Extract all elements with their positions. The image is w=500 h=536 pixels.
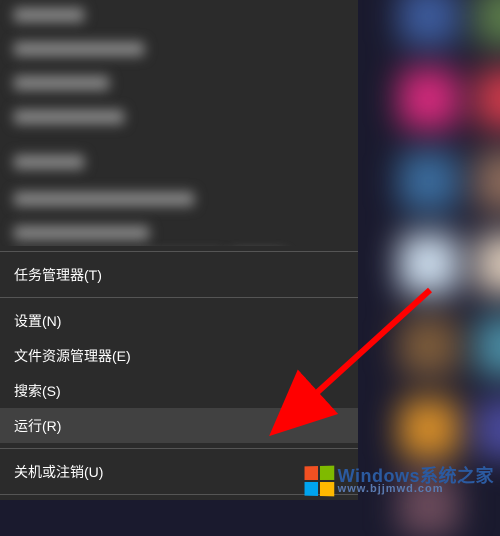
- menu-label: 任务管理器(T): [14, 265, 102, 285]
- menu-item-settings[interactable]: 设置(N): [0, 303, 358, 338]
- watermark: Windows系统之家 www.bjjmwd.com: [304, 466, 494, 496]
- menu-label: 运行(R): [14, 416, 61, 436]
- menu-label: 设置(N): [14, 311, 61, 331]
- menu-label: 关机或注销(U): [14, 462, 103, 482]
- menu-item-file-explorer[interactable]: 文件资源管理器(E): [0, 338, 358, 373]
- menu-label: 文件资源管理器(E): [14, 346, 131, 366]
- windows-logo-icon: [304, 466, 334, 497]
- menu-item-search[interactable]: 搜索(S): [0, 373, 358, 408]
- menu-separator: [0, 448, 358, 449]
- logo-quad-tl: [304, 466, 317, 480]
- menu-label: 搜索(S): [14, 381, 61, 401]
- logo-quad-bl: [304, 482, 317, 496]
- menu-item-task-manager[interactable]: 任务管理器(T): [0, 257, 358, 292]
- logo-quad-br: [320, 482, 334, 496]
- logo-quad-tr: [320, 466, 334, 480]
- watermark-url: www.bjjmwd.com: [338, 483, 444, 495]
- menu-separator: [0, 251, 358, 252]
- menu-visible-items: 任务管理器(T) 设置(N) 文件资源管理器(E) 搜索(S) 运行(R) 关机…: [0, 246, 358, 500]
- winx-context-menu: 任务管理器(T) 设置(N) 文件资源管理器(E) 搜索(S) 运行(R) 关机…: [0, 0, 358, 500]
- menu-blurred-upper: [0, 0, 358, 246]
- menu-separator: [0, 297, 358, 298]
- menu-item-run[interactable]: 运行(R): [0, 408, 358, 443]
